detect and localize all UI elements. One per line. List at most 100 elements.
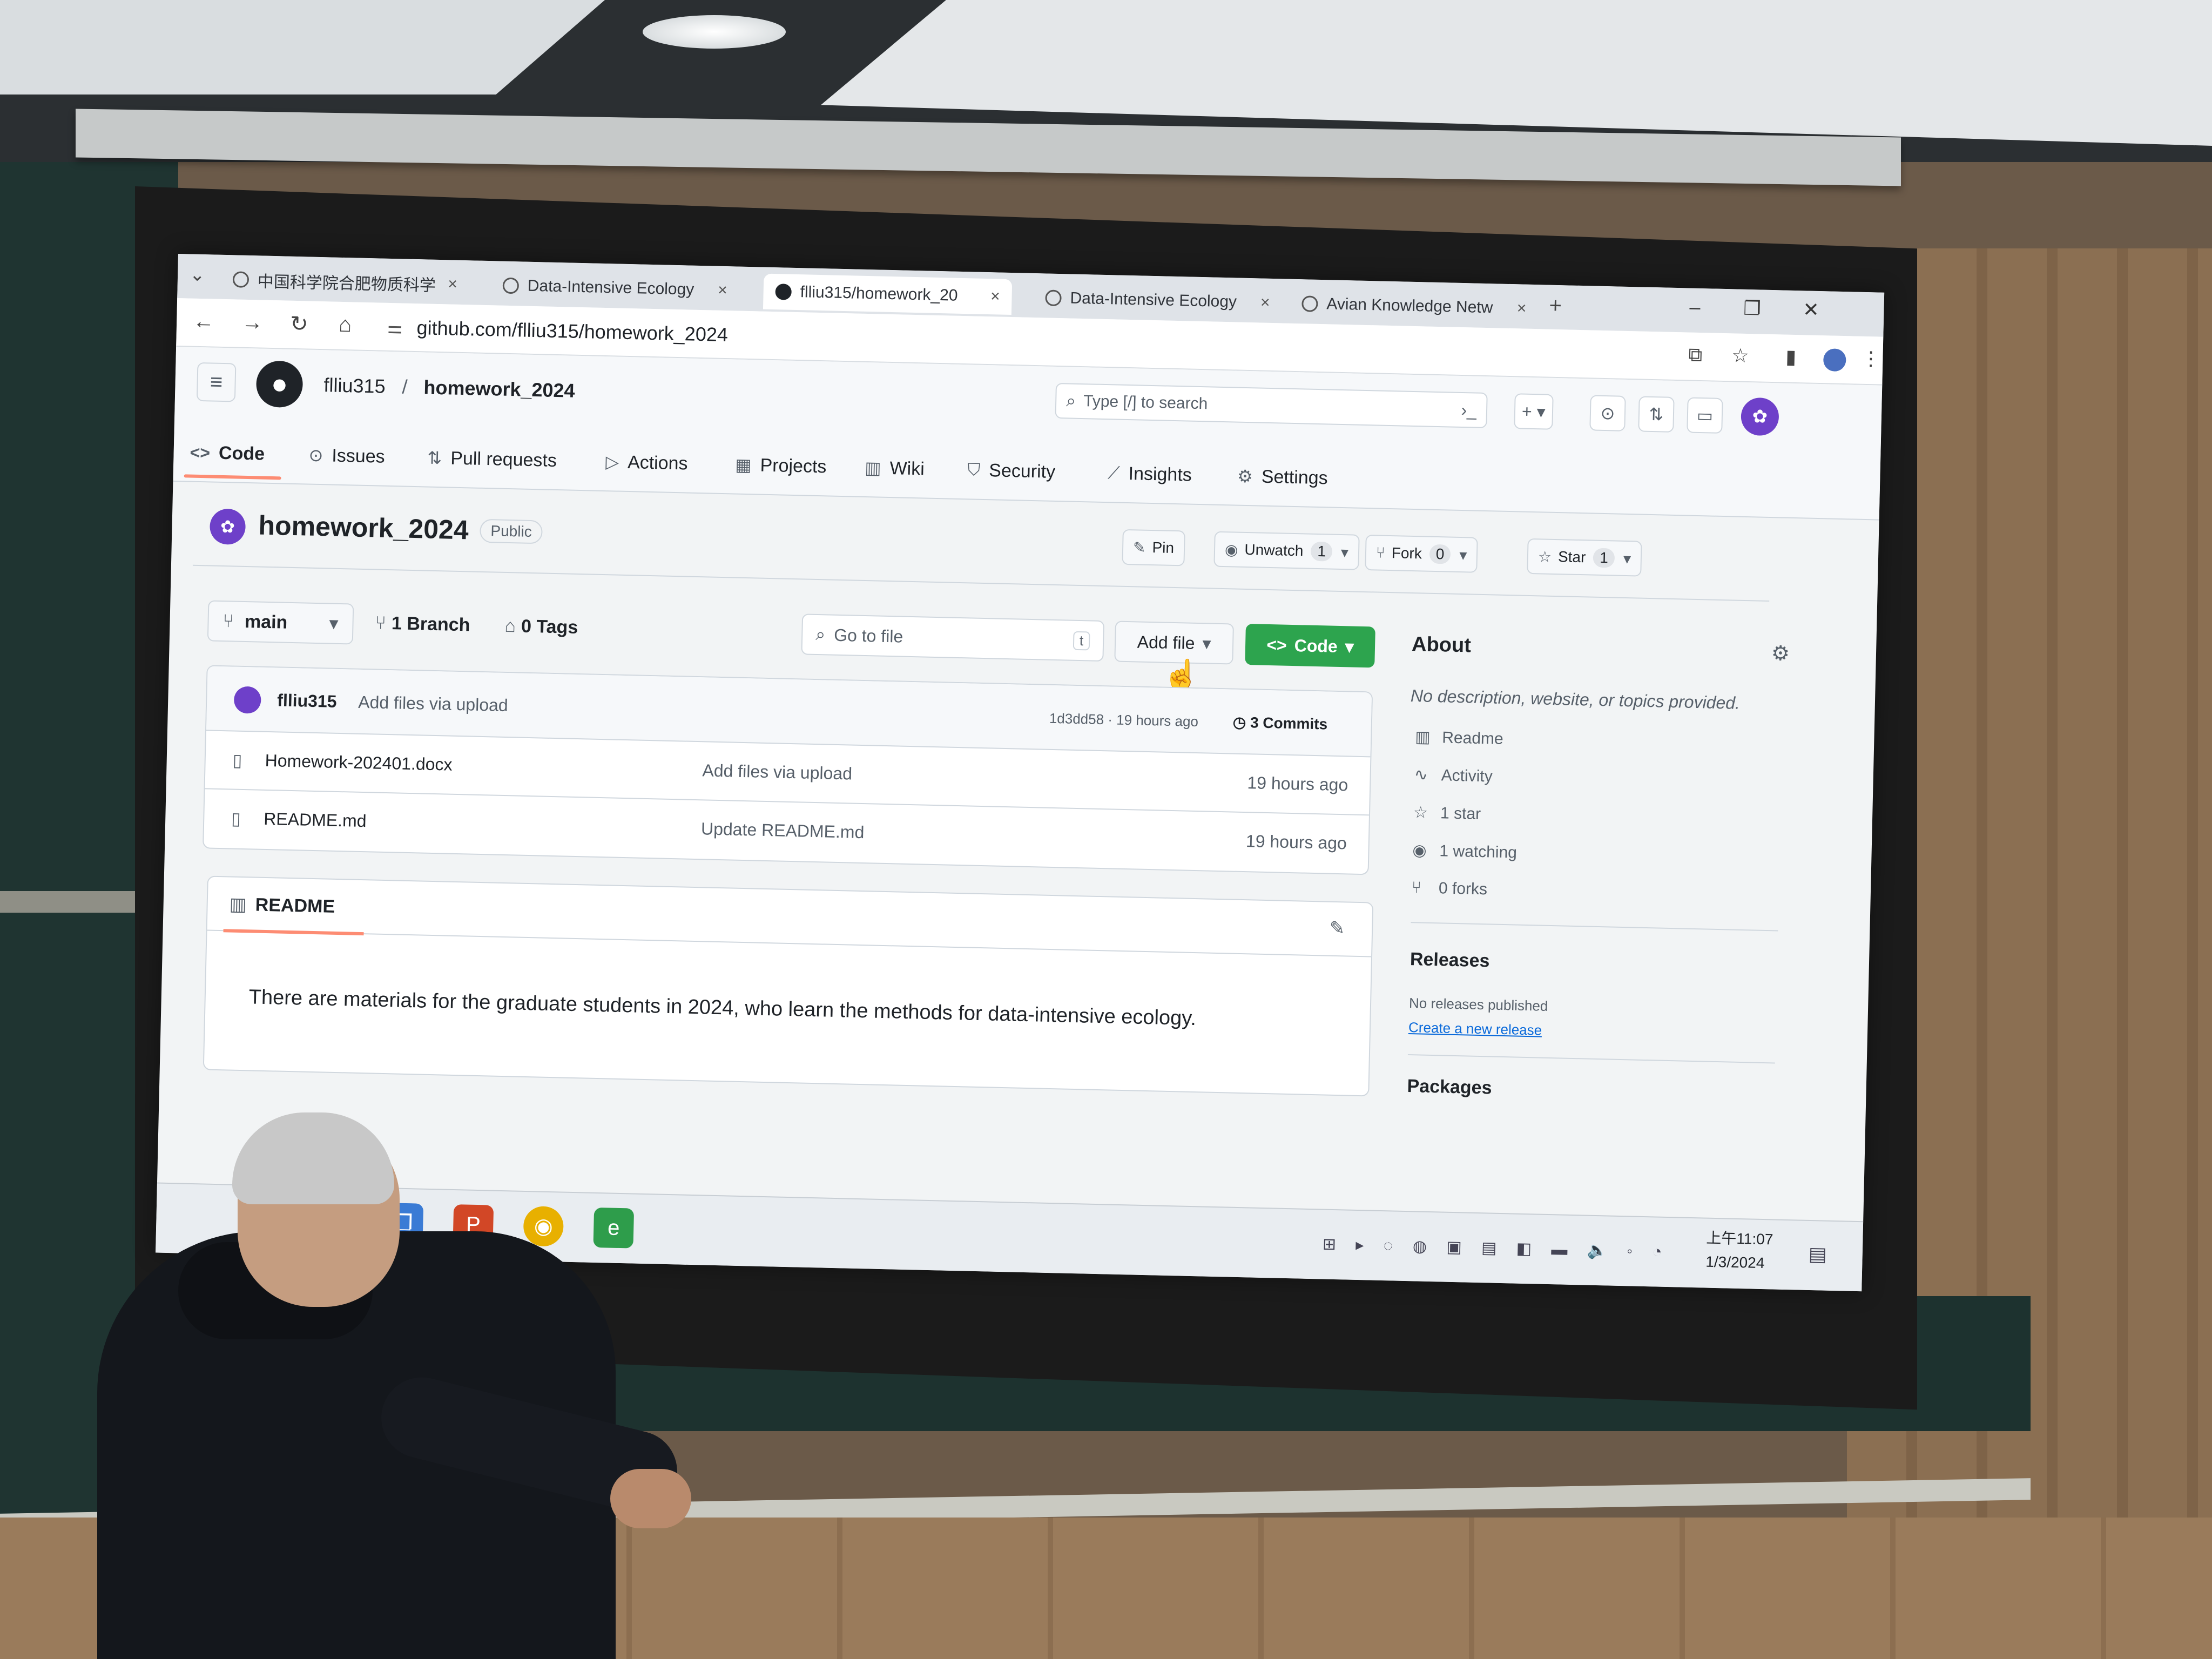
readme-tab[interactable]: ▥ README <box>229 893 335 917</box>
star-button[interactable]: ☆ Star 1 ▾ <box>1527 538 1642 577</box>
go-to-file-input[interactable]: ⌕ Go to file t <box>801 613 1105 662</box>
pin-button[interactable]: ✎ Pin <box>1122 529 1185 567</box>
star-icon: ☆ <box>1413 804 1428 822</box>
tab-label: Wiki <box>889 457 925 479</box>
minimize-icon[interactable]: – <box>1689 296 1701 319</box>
branch-selector[interactable]: ⑂ main ▾ <box>207 600 354 645</box>
releases-heading[interactable]: Releases <box>1410 949 1490 972</box>
watchers-link[interactable]: ◉ 1 watching <box>1412 841 1517 862</box>
tab-search-icon[interactable]: ⌄ <box>190 264 205 286</box>
tab-projects[interactable]: ▦ Projects <box>735 446 827 486</box>
notification-icon[interactable]: ▤ <box>1808 1243 1827 1266</box>
side-panel-icon[interactable]: ▮ <box>1785 346 1797 368</box>
close-window-icon[interactable]: ✕ <box>1803 298 1819 321</box>
restore-icon[interactable]: ❐ <box>1743 297 1761 320</box>
close-icon[interactable]: × <box>1516 299 1526 318</box>
site-info-icon[interactable]: ⚌ <box>387 317 403 338</box>
close-icon[interactable]: × <box>448 275 457 293</box>
code-button[interactable]: <> Code ▾ <box>1245 624 1375 668</box>
tab-label: Data-Intensive Ecology <box>527 276 694 299</box>
file-name[interactable]: Homework-202401.docx <box>265 751 453 775</box>
file-name[interactable]: README.md <box>264 809 367 831</box>
search-icon: ⌕ <box>815 624 826 644</box>
inbox-icon[interactable]: ▭ <box>1687 397 1723 434</box>
create-release-link[interactable]: Create a new release <box>1408 1019 1542 1039</box>
install-app-icon[interactable]: ⧉ <box>1688 343 1703 367</box>
kebab-menu-icon[interactable]: ⋮ <box>1861 347 1881 370</box>
chevron-down-icon[interactable]: ▾ <box>1623 549 1631 567</box>
repo-owner-avatar[interactable]: ✿ <box>209 508 246 545</box>
bookmark-star-icon[interactable]: ☆ <box>1731 344 1749 367</box>
globe-icon <box>1045 289 1062 307</box>
avatar[interactable] <box>233 686 261 714</box>
tags-link[interactable]: ⌂ 0 Tags <box>504 616 578 638</box>
browser-e-icon[interactable]: e <box>593 1207 635 1249</box>
activity-link[interactable]: ∿ Activity <box>1414 765 1493 786</box>
commit-author[interactable]: flliu315 <box>277 690 337 711</box>
reload-icon[interactable]: ↻ <box>290 312 309 337</box>
file-icon: ▯ <box>232 750 242 770</box>
chevron-down-icon[interactable]: ▾ <box>1459 545 1467 563</box>
taskbar-clock[interactable]: 上午11:07 1/3/2024 <box>1705 1226 1773 1276</box>
gear-icon[interactable]: ⚙ <box>1771 641 1790 666</box>
close-icon[interactable]: × <box>718 281 727 300</box>
about-item-label: 1 watching <box>1439 842 1518 862</box>
file-commit-message[interactable]: Update README.md <box>701 819 865 842</box>
divider <box>1407 1054 1775 1064</box>
tab-code[interactable]: <> Code <box>190 434 265 473</box>
pencil-icon[interactable]: ✎ <box>1329 918 1345 940</box>
tab-security[interactable]: ⛉ Security <box>967 451 1056 491</box>
readme-link[interactable]: ▥ Readme <box>1415 727 1503 748</box>
back-icon[interactable]: ← <box>193 309 215 334</box>
commit-message[interactable]: Add files via upload <box>358 692 508 716</box>
tab-actions[interactable]: ▷ Actions <box>605 443 689 482</box>
browser-tab[interactable]: 中国科学院合肥物质科学 × <box>220 261 469 302</box>
user-avatar[interactable]: ✿ <box>1741 397 1779 436</box>
hamburger-menu-icon[interactable]: ≡ <box>196 362 237 402</box>
command-palette-icon[interactable]: ›_ <box>1461 400 1476 420</box>
github-logo-icon[interactable]: ● <box>255 360 304 408</box>
go-to-file-placeholder: Go to file <box>833 625 903 646</box>
issues-icon[interactable]: ⊙ <box>1589 395 1626 431</box>
tab-pull-requests[interactable]: ⇅ Pull requests <box>427 439 557 480</box>
close-icon[interactable]: × <box>990 287 1000 306</box>
profile-icon[interactable] <box>1823 348 1846 372</box>
tab-wiki[interactable]: ▥ Wiki <box>865 449 925 488</box>
star-icon: ☆ <box>1537 548 1552 565</box>
tab-insights[interactable]: ⟋ Insights <box>1107 454 1192 494</box>
browser-tab-active[interactable]: flliu315/homework_20 × <box>763 273 1013 315</box>
commits-count: 3 Commits <box>1250 714 1328 733</box>
forward-icon[interactable]: → <box>241 311 264 335</box>
browser-tab[interactable]: Data-Intensive Ecology × <box>1033 280 1282 321</box>
close-icon[interactable]: × <box>1260 293 1270 312</box>
unwatch-button[interactable]: ◉ Unwatch 1 ▾ <box>1213 531 1360 570</box>
search-input[interactable]: ⌕ Type [/] to search ›_ <box>1055 382 1488 429</box>
breadcrumb-repo[interactable]: homework_2024 <box>423 376 575 402</box>
file-time: 19 hours ago <box>1247 773 1348 795</box>
commits-link[interactable]: ◷ 3 Commits <box>1232 713 1327 733</box>
system-tray-icons[interactable]: ⊞ ▸ ◌ ◍ ▣ ▤ ◧ ▬ 🔈 ◦ ◔ <box>1323 1235 1670 1262</box>
tab-label: Settings <box>1261 466 1328 488</box>
branch-icon: ⑂ <box>375 612 387 633</box>
browser-tab[interactable]: Data-Intensive Ecology × <box>490 267 739 308</box>
breadcrumb-owner[interactable]: flliu315 <box>323 374 386 398</box>
fork-button[interactable]: ⑂ Fork 0 ▾ <box>1365 535 1479 573</box>
home-icon[interactable]: ⌂ <box>339 313 352 338</box>
branches-link[interactable]: ⑂ 1 Branch <box>375 612 470 636</box>
packages-heading[interactable]: Packages <box>1407 1076 1492 1099</box>
tab-settings[interactable]: ⚙ Settings <box>1237 457 1328 497</box>
stars-link[interactable]: ☆ 1 star <box>1413 803 1481 824</box>
commit-hash-time[interactable]: 1d3dd58 · 19 hours ago <box>1049 710 1199 730</box>
fork-icon: ⑂ <box>1411 879 1422 897</box>
chrome-icon[interactable]: ◉ <box>523 1205 564 1247</box>
tab-label: Pull requests <box>450 448 557 471</box>
forks-link[interactable]: ⑂ 0 forks <box>1412 879 1488 899</box>
browser-tab[interactable]: Avian Knowledge Netw × <box>1290 286 1539 327</box>
tab-issues[interactable]: ⊙ Issues <box>308 436 386 476</box>
new-tab-button[interactable]: + <box>1549 294 1562 319</box>
pull-requests-icon[interactable]: ⇅ <box>1638 396 1675 433</box>
tab-label: Security <box>988 460 1056 482</box>
create-new-button[interactable]: + ▾ <box>1514 393 1554 430</box>
repo-title[interactable]: homework_2024 <box>258 510 469 546</box>
file-commit-message[interactable]: Add files via upload <box>702 760 852 784</box>
